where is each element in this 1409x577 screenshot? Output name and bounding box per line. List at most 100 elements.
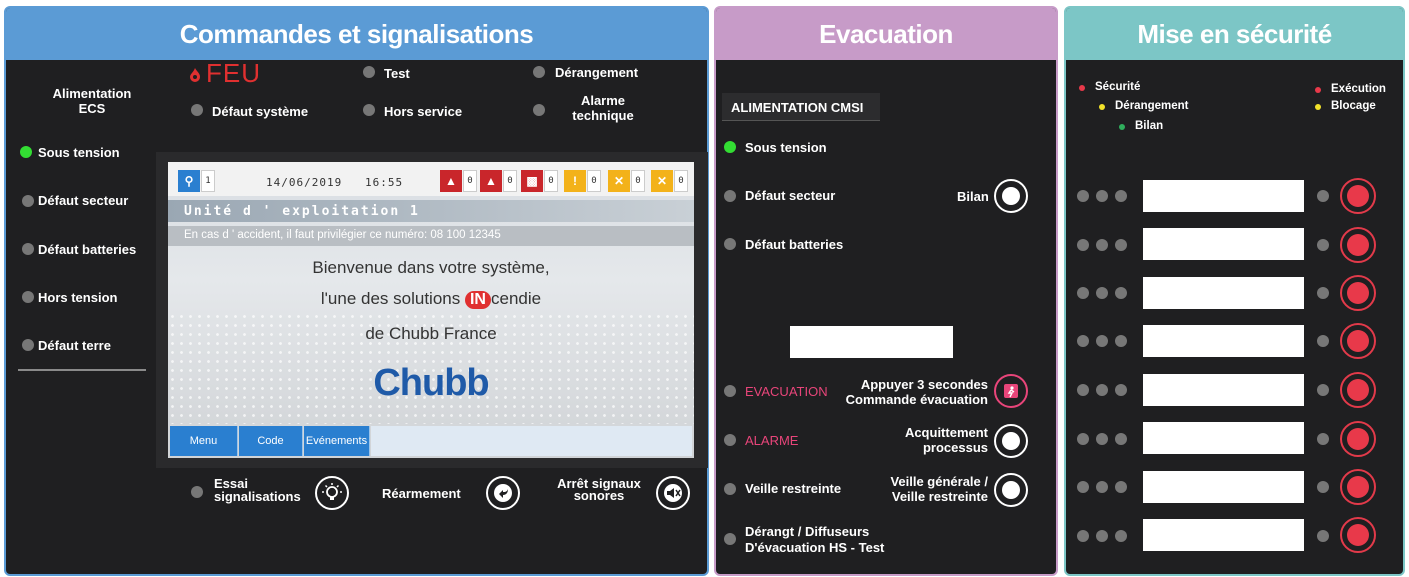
defaut-systeme-led [191,104,203,116]
zone-securite-led [1077,190,1089,202]
zone-derangement-led [1096,239,1108,251]
alarme-led [724,434,736,446]
derangt-diffuseurs-led [724,533,736,545]
derangement-label: Dérangement [555,65,639,80]
commande-evacuation-button[interactable] [994,374,1028,408]
zone-securite-led [1077,335,1089,347]
events-button[interactable]: Evénements [304,426,370,456]
warning-icon[interactable]: ! [564,170,586,192]
securite-title: Mise en sécurité [1137,18,1332,49]
fire-alert-count: 0 [503,170,517,192]
alarme-technique-led [533,104,545,116]
fire-alarm-icon[interactable]: ▲ [440,170,462,192]
veille-restreinte-led [724,483,736,495]
detector-icon[interactable]: ▩ [521,170,543,192]
essai-signalisations-button[interactable] [315,476,349,510]
hors-service-label: Hors service [384,104,463,119]
zone-bilan-led [1115,433,1127,445]
zone-name-field [1143,277,1304,309]
evacuation-led [724,385,736,397]
legend-bilan-dot [1119,124,1125,130]
warning-count: 0 [587,170,601,192]
fire-alarm-count: 0 [463,170,477,192]
zone-command-button[interactable] [1340,178,1376,214]
essai-label: Essai signalisations [214,477,301,503]
zone-command-button[interactable] [1340,227,1376,263]
zone-command-button[interactable] [1340,469,1376,505]
hors-tension-led [22,291,34,303]
out-of-service-icon[interactable]: ✕ [608,170,630,192]
legend-derangement-dot [1099,104,1105,110]
key-icon[interactable]: ⚲ [178,170,200,192]
evac-sous-tension-led [724,141,736,153]
disabled-count: 0 [674,170,688,192]
acquittement-label: Acquittement processus [880,425,988,455]
alarme-technique-label: Alarme technique [565,93,641,123]
defaut-secteur-led [22,195,34,207]
defaut-batteries-led [22,243,34,255]
acquittement-button[interactable] [994,424,1028,458]
alimentation-cmsi-label: ALIMENTATION CMSI [731,100,864,115]
bilan-button[interactable] [994,179,1028,213]
veille-generale-line1: Veille générale / [890,474,988,489]
menu-button[interactable]: Menu [170,426,238,456]
legend-execution: Exécution [1331,83,1386,95]
bilan-label: Bilan [957,189,989,204]
test-label: Test [384,66,410,81]
legend-derangement: Dérangement [1115,100,1189,112]
defaut-batteries-label: Défaut batteries [38,242,137,257]
test-led [363,66,375,78]
zone-bilan-led [1115,239,1127,251]
arret-signaux-button[interactable] [656,476,690,510]
zone-execution-led [1317,239,1329,251]
derangt-line1: Dérangt / Diffuseurs [745,524,870,539]
zone-name-field [1143,422,1304,454]
welcome-line3: de Chubb France [365,324,497,343]
legend-execution-dot [1315,87,1321,93]
zone-command-button[interactable] [1340,517,1376,553]
essai-led [191,486,203,498]
evac-defaut-batteries-label: Défaut batteries [745,237,844,252]
evac-defaut-secteur-label: Défaut secteur [745,188,836,203]
sous-tension-label: Sous tension [38,145,120,160]
legend-securite-dot [1079,85,1085,91]
zone-name-field [1143,519,1304,551]
zone-command-button[interactable] [1340,421,1376,457]
alarme-technique-line2: technique [572,108,634,123]
defaut-terre-label: Défaut terre [38,338,111,353]
zone-command-button[interactable] [1340,323,1376,359]
zone-bilan-led [1115,190,1127,202]
derangt-label: Dérangt / Diffuseurs D'évacuation HS - T… [745,524,884,556]
ecs-screen: ⚲ 1 14/06/2019 16:55 ▲ 0 ▲ 0 ▩ 0 ! 0 ✕ 0… [168,162,694,458]
zone-derangement-led [1096,190,1108,202]
fire-alert-icon[interactable]: ▲ [480,170,502,192]
zone-derangement-led [1096,433,1108,445]
appuyer-label: Appuyer 3 secondes Commande évacuation [840,377,988,407]
rearmement-button[interactable] [486,476,520,510]
legend-bilan: Bilan [1135,120,1164,132]
evac-sous-tension-label: Sous tension [745,140,827,155]
securite-header: Mise en sécurité [1066,8,1403,60]
veille-generale-button[interactable] [994,473,1028,507]
zone-securite-led [1077,530,1089,542]
alimentation-line2: ECS [78,101,106,116]
rearmement-label: Réarmement [382,486,461,501]
commandes-title: Commandes et signalisations [179,18,534,49]
disabled-icon[interactable]: ✕ [651,170,673,192]
zone-securite-led [1077,239,1089,251]
zone-command-button[interactable] [1340,372,1376,408]
zone-name-field [1143,180,1304,212]
alarme-label: ALARME [745,433,799,448]
key-count: 1 [201,170,215,192]
mute-speaker-icon [664,484,682,502]
appuyer-line1: Appuyer 3 secondes [860,377,988,392]
zone-execution-led [1317,433,1329,445]
zone-execution-led [1317,481,1329,493]
veille-restreinte-label: Veille restreinte [745,481,842,496]
zone-securite-led [1077,481,1089,493]
evac-defaut-batteries-led [724,238,736,250]
zone-execution-led [1317,530,1329,542]
zone-command-button[interactable] [1340,275,1376,311]
zone-execution-led [1317,384,1329,396]
code-button[interactable]: Code [239,426,303,456]
